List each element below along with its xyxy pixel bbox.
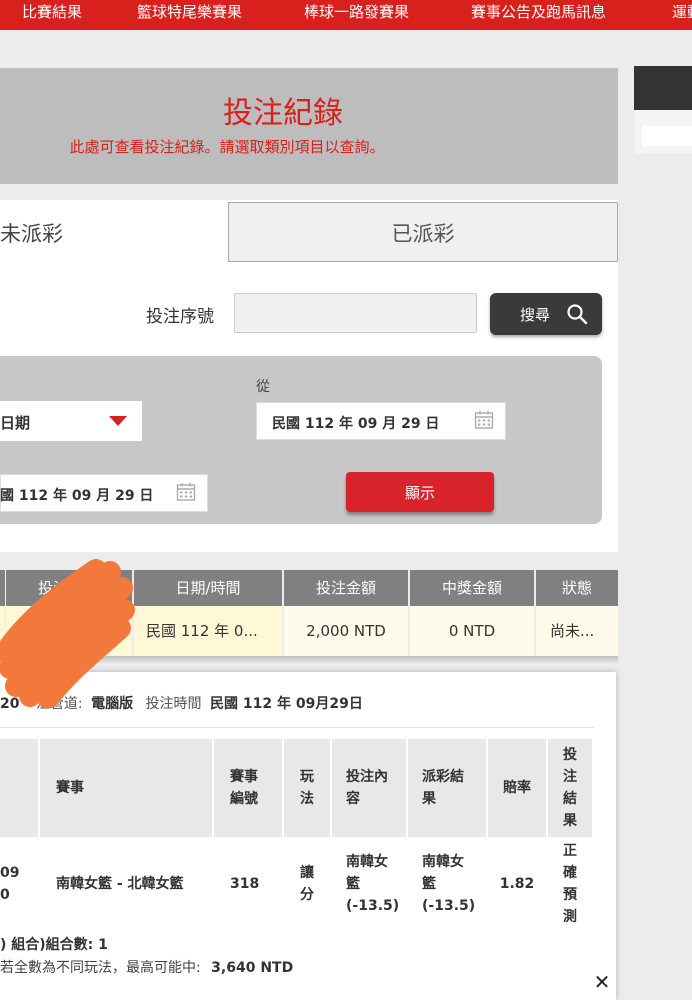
top-nav-bar: 比賽結果 籃球特尾樂賽果 棒球一路發賽果 賽事公告及跑馬訊息 運動: [0, 0, 692, 30]
max-payout: 若全數為不同玩法，最高可能中: 3,640 NTD: [0, 957, 293, 977]
tab-paid-label: 已派彩: [391, 222, 455, 246]
table-cell-status: 尚未...: [536, 606, 618, 656]
detail-header-date: [0, 739, 38, 837]
detail-cell-content: 南韓女籃 (-13.5): [346, 854, 400, 914]
from-label: 從: [256, 379, 270, 395]
detail-header-event: 賽事: [40, 739, 212, 837]
redaction-scribble: [0, 559, 135, 708]
chevron-down-icon: [109, 416, 127, 426]
table-header-amount: 投注金額: [284, 570, 408, 606]
show-button-label: 顯示: [404, 484, 435, 502]
detail-cell-event-no: 318: [230, 876, 260, 892]
detail-header-odds: 賠率: [488, 739, 546, 837]
detail-header-bet-result: 投注結果: [548, 739, 592, 837]
nav-item-announcements[interactable]: 賽事公告及跑馬訊息: [471, 0, 606, 24]
divider: [0, 727, 594, 728]
nav-item-baseball-results[interactable]: 棒球一路發賽果: [304, 0, 409, 24]
serial-input[interactable]: [234, 293, 477, 333]
combo-count: ) 組合)組合數: 1: [0, 937, 108, 953]
nav-item-basketball-results[interactable]: 籃球特尾樂賽果: [137, 0, 242, 24]
nav-item-results[interactable]: 比賽結果: [22, 0, 82, 24]
table-header-winning: 中獎金額: [410, 570, 534, 606]
detail-cell-result: 南韓女籃 (-13.5): [422, 854, 476, 914]
side-panel-header: [634, 66, 692, 110]
calendar-icon[interactable]: [176, 482, 196, 502]
to-date-value: 國 112 年 09 月 29 日: [0, 488, 154, 504]
table-cell-datetime: 民國 112 年 0...: [134, 606, 282, 656]
detail-cell-date: 09 0: [0, 839, 38, 929]
table-cell-winning: 0 NTD: [410, 606, 534, 656]
detail-time-value: 民國 112 年 09月29日: [210, 696, 363, 712]
detail-date-line-2: 0: [0, 887, 10, 903]
detail-date-line-1: 09: [0, 865, 20, 881]
detail-cell-play: 讓分: [300, 865, 314, 903]
search-icon: [567, 304, 588, 325]
table-cell-amount: 2,000 NTD: [284, 606, 408, 656]
search-button-label: 搜尋: [520, 306, 551, 324]
table-header-status: 狀態: [536, 570, 618, 606]
page-title: 投注紀錄: [223, 96, 343, 131]
detail-cell-event: 南韓女籃 - 北韓女籃: [56, 876, 184, 892]
detail-cell-bet-result: 正確預測: [563, 843, 577, 925]
calendar-icon[interactable]: [474, 410, 494, 430]
close-icon[interactable]: ✕: [590, 970, 614, 994]
from-date-value: 民國 112 年 09 月 29 日: [272, 416, 440, 432]
detail-header-result: 派彩結果: [408, 739, 486, 837]
side-panel-field[interactable]: [642, 126, 692, 146]
tab-unpaid-label: 未派彩: [0, 222, 63, 246]
date-type-value: 日期: [0, 414, 31, 432]
detail-header-content: 投注內容: [332, 739, 406, 837]
page-subtitle: 此處可查看投注紀錄。請選取類別項目以查詢。: [69, 138, 385, 156]
detail-time-label: 投注時間: [145, 696, 202, 712]
nav-item-sports[interactable]: 運動: [672, 0, 692, 24]
table-header-datetime: 日期/時間: [134, 570, 282, 606]
detail-cell-odds: 1.82: [499, 876, 535, 892]
serial-label: 投注序號: [146, 307, 214, 327]
max-payout-label: 若全數為不同玩法，最高可能中:: [0, 960, 201, 976]
detail-header-event-no: 賽事編號: [214, 739, 282, 837]
detail-header-play: 玩法: [284, 739, 330, 837]
max-payout-value: 3,640 NTD: [211, 960, 294, 976]
